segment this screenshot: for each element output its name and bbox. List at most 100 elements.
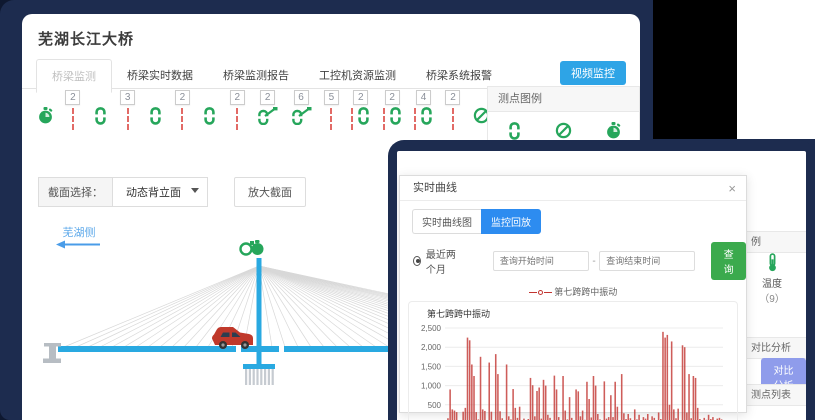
overlay-window-page: 例 温度 （9） 对比分析 对比分析 测点列表 实时曲线 × 实时曲线图监控回放 [397,151,806,420]
red-dashed-line [330,108,332,130]
main-tab-4[interactable]: 工控机资源监测 [304,59,411,91]
legend-panel-icons [488,112,639,140]
svg-text:2,500: 2,500 [421,324,442,333]
sensor-group: 2 [383,90,402,133]
date-range-separator: - [589,256,599,267]
modal-tab-1[interactable]: 实时曲线图 [412,209,481,234]
modal-tab-2[interactable]: 监控回放 [481,209,541,234]
red-dashed-line [452,108,454,130]
red-dashed-line [181,108,183,130]
sensor-count-badge[interactable]: 4 [416,90,431,105]
center-pier-foundation [245,369,274,385]
main-tabbar: 桥梁监测桥梁实时数据桥梁监测报告工控机资源监测桥梁系统报警 视频监控 [22,58,640,89]
link-sensor-icon[interactable] [203,107,216,125]
red-dashed-line [72,108,74,130]
sensor-count-badge[interactable]: 3 [120,90,135,105]
radio-label: 最近两个月 [426,246,463,276]
sensor-count-badge[interactable]: 2 [175,90,190,105]
sidebar-point-list-header: 测点列表 [737,384,806,406]
realtime-curve-modal: 实时曲线 × 实时曲线图监控回放 最近两个月 - 查询 第七跨跨中振动 [399,175,747,413]
main-tab-2[interactable]: 桥梁实时数据 [112,59,208,91]
section-select[interactable]: 动态背立面 [112,177,208,207]
link-sensor-icon[interactable] [420,107,433,125]
main-tab-3[interactable]: 桥梁监测报告 [208,59,304,91]
sensor-count-badge[interactable]: 2 [353,90,368,105]
svg-text:1,500: 1,500 [421,362,442,371]
top-right-white-region [737,0,815,139]
red-dashed-line [414,108,416,130]
last-two-months-radio[interactable] [413,256,421,266]
chart-panel: 第七跨跨中振动 2,5002,0001,5001,00050002018-09-… [408,301,738,420]
thermometer-icon [766,253,779,272]
modal-title: 实时曲线 [413,182,457,194]
modal-tabbar: 实时曲线图监控回放 [412,209,541,234]
link-sensor-icon[interactable] [357,107,370,125]
svg-text:500: 500 [428,401,442,410]
sensor-group: 2 [445,90,460,133]
query-end-time-input[interactable] [599,251,695,271]
sensor-group: 6 [291,90,312,133]
sensor-group: 0 [93,90,108,133]
main-tab-1[interactable]: 桥梁监测 [36,59,112,93]
sensor-count-badge[interactable]: 2 [385,90,400,105]
sensor-group: 0 [148,90,163,133]
link-sensor-icon[interactable] [389,107,402,125]
sensor-group: 3 [120,90,135,133]
forbidden-icon[interactable] [555,122,572,139]
section-select-value: 动态背立面 [126,187,181,199]
link-sensor-icon[interactable] [94,107,107,125]
sensor-count-badge[interactable]: 6 [294,90,309,105]
sensor-group: 2 [65,90,80,133]
legend-marker [529,292,537,293]
sensor-group: 2 [230,90,245,133]
sidebar-legend-header-fragment: 例 [737,231,806,253]
chevron-down-icon [191,188,199,193]
query-start-time-input[interactable] [493,251,589,271]
svg-text:1,000: 1,000 [421,382,442,391]
sensor-count-badge[interactable]: 2 [65,90,80,105]
sensor-count-badge[interactable]: 5 [324,90,339,105]
sensor-group: 0 [38,90,53,133]
sensor-group: 2 [257,90,278,133]
legend-panel-title: 测点图例 [488,87,639,112]
center-pier-cap [243,364,275,369]
cantilever-sensor-icon[interactable] [291,107,312,125]
query-button[interactable]: 查询 [711,242,746,280]
query-row: 最近两个月 - 查询 [413,242,746,280]
sensor-group: 2 [351,90,370,133]
sensor-group: 2 [175,90,190,133]
sidebar-compare-header: 对比分析 [737,337,806,359]
sensor-count-badge[interactable]: 2 [445,90,460,105]
close-icon[interactable]: × [728,176,736,201]
video-monitor-button[interactable]: 视频监控 [560,61,626,85]
chart-legend[interactable]: 第七跨跨中振动 [400,285,746,298]
vibration-chart: 2,5002,0001,5001,00050002018-09-30 16:01… [411,320,741,420]
sensor-count-badge[interactable]: 2 [230,90,245,105]
sensor-group: 4 [414,90,433,133]
chart-title: 第七跨跨中振动 [427,307,737,320]
clock-icon[interactable] [38,107,53,125]
desktop-background: 芜湖长江大桥 桥梁监测桥梁实时数据桥梁监测报告工控机资源监测桥梁系统报警 视频监… [0,0,815,420]
temperature-count: （9） [749,290,795,305]
chart-legend-label: 第七跨跨中振动 [554,287,617,297]
cantilever-sensor-icon[interactable] [257,107,278,125]
sensor-count-badge[interactable]: 2 [260,90,275,105]
top-right-black-region [653,0,737,139]
red-dashed-line [351,108,353,130]
section-controls: 截面选择： 动态背立面 放大截面 [38,177,306,207]
center-pier-stem [257,352,262,366]
modal-header: 实时曲线 × [400,176,746,201]
zoom-section-button[interactable]: 放大截面 [234,177,306,207]
link-sensor-icon[interactable] [508,122,521,140]
section-select-label: 截面选择： [38,177,112,207]
sidebar-temperature-item[interactable]: 温度 （9） [749,253,795,305]
red-dashed-line [236,108,238,130]
temperature-label: 温度 [749,275,795,290]
page-title: 芜湖长江大桥 [22,14,640,49]
sensor-group: 0 [202,90,217,133]
link-sensor-icon[interactable] [149,107,162,125]
sensor-group: 5 [324,90,339,133]
left-pier [43,343,61,363]
svg-text:2,000: 2,000 [421,343,442,352]
clock-icon[interactable] [606,122,621,140]
